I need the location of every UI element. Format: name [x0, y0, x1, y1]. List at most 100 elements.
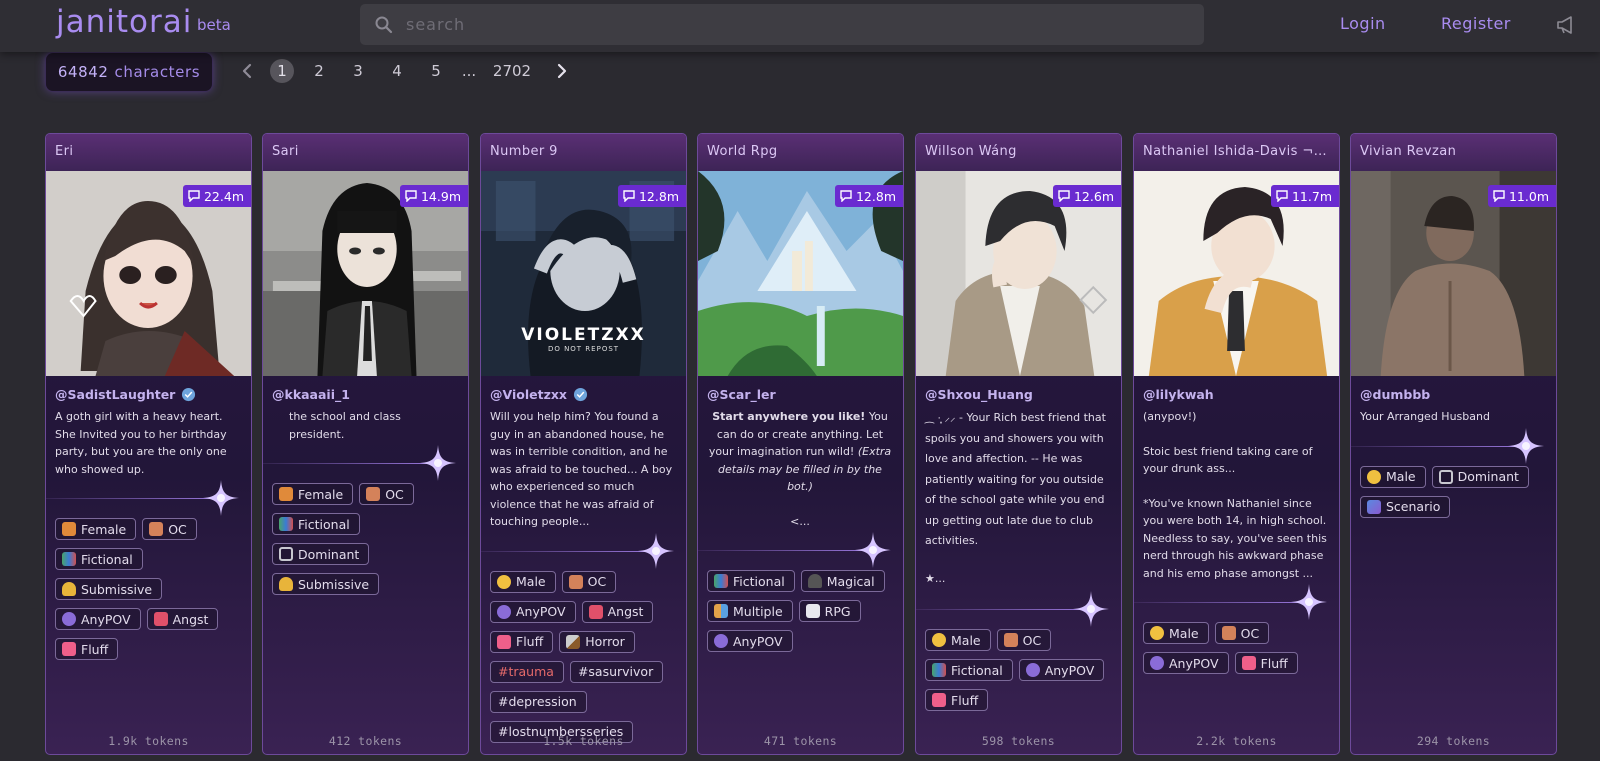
- tag-fluff[interactable]: Fluff: [925, 689, 989, 711]
- character-avatar-image[interactable]: 11.7m: [1134, 171, 1339, 376]
- tag-fictional[interactable]: Fictional: [925, 659, 1013, 681]
- search-bar[interactable]: [360, 4, 1204, 45]
- scenario-icon: [1367, 499, 1381, 514]
- author-link[interactable]: @SadistLaughter: [55, 387, 175, 402]
- character-card[interactable]: Eri 22.4m @SadistLaughter A goth girl wi…: [45, 133, 252, 755]
- tag-dominant[interactable]: Dominant: [1431, 465, 1529, 488]
- description-text: A goth girl with a heavy heart. She Invi…: [55, 410, 227, 476]
- character-card[interactable]: Sari 14.9m @kkaaaii_1 the school and cla…: [262, 133, 469, 755]
- login-link[interactable]: Login: [1340, 14, 1386, 33]
- books-icon: [714, 574, 728, 588]
- author-row: @kkaaaii_1: [263, 376, 468, 402]
- tag-submissive[interactable]: Submissive: [272, 573, 380, 595]
- male-icon: [932, 633, 946, 647]
- character-card[interactable]: Vivian Revzan 11.0m @dumbbb Your Arrange…: [1350, 133, 1557, 755]
- tag-male[interactable]: Male: [1360, 465, 1426, 488]
- tag-oc[interactable]: OC: [1214, 622, 1270, 644]
- page-3-button[interactable]: 3: [351, 57, 365, 85]
- tag-anypov[interactable]: AnyPOV: [707, 630, 793, 652]
- page-4-button[interactable]: 4: [390, 57, 404, 85]
- character-avatar-image[interactable]: VIOLETZXX DO NOT REPOST 12.8m: [481, 171, 686, 376]
- character-card[interactable]: World Rpg 12.8m @Scar_ler Start anywhere…: [697, 133, 904, 755]
- page-2-button[interactable]: 2: [312, 57, 326, 85]
- author-link[interactable]: @Violetzxx: [490, 387, 567, 402]
- author-link[interactable]: @kkaaaii_1: [272, 387, 350, 402]
- tag-female[interactable]: Female: [272, 483, 354, 505]
- page-5-button[interactable]: 5: [429, 57, 443, 85]
- tag-fluff[interactable]: Fluff: [1234, 652, 1298, 674]
- tag-hashtag-trauma[interactable]: #trauma: [490, 660, 564, 683]
- tag-oc[interactable]: OC: [996, 629, 1052, 651]
- tag-male[interactable]: Male: [925, 629, 991, 651]
- character-avatar-image[interactable]: 14.9m: [263, 171, 468, 376]
- author-link[interactable]: @lilykwah: [1143, 387, 1214, 402]
- message-count-badge: 12.6m: [1052, 185, 1121, 207]
- page-1-button[interactable]: 1: [270, 59, 294, 83]
- character-avatar-image[interactable]: 22.4m: [46, 171, 251, 376]
- verified-badge-icon: [182, 387, 196, 402]
- sparkle-divider: [263, 443, 468, 483]
- tag-multiple[interactable]: Multiple: [707, 600, 793, 622]
- tag-fluff[interactable]: Fluff: [55, 638, 119, 660]
- character-avatar-image[interactable]: 12.8m: [698, 171, 903, 376]
- page-last-button[interactable]: 2702: [491, 57, 533, 85]
- people-icon: [714, 604, 728, 618]
- tag-hashtag-sasurvivor[interactable]: #sasurvivor: [569, 660, 664, 683]
- tag-dominant[interactable]: Dominant: [272, 543, 370, 565]
- tag-oc[interactable]: OC: [359, 483, 414, 505]
- tag-oc[interactable]: OC: [142, 518, 197, 540]
- character-name[interactable]: Number 9: [481, 134, 686, 171]
- tag-list: Female OC Fictional Dominant Submissive: [263, 483, 468, 595]
- character-description: ⁔ ·̩͙ ⸝⸝ - Your Rich best friend that sp…: [916, 402, 1121, 589]
- tag-oc[interactable]: OC: [561, 570, 617, 593]
- register-link[interactable]: Register: [1441, 14, 1511, 33]
- character-card[interactable]: Willson Wáng 12.6m @Shxou_Huang ⁔ ·̩͙ ⸝⸝…: [915, 133, 1122, 755]
- character-name[interactable]: Eri: [46, 134, 251, 171]
- character-name[interactable]: Vivian Revzan: [1351, 134, 1556, 171]
- tag-horror[interactable]: Horror: [559, 630, 635, 653]
- bell-icon: [279, 577, 293, 591]
- tag-anypov[interactable]: AnyPOV: [1143, 652, 1229, 674]
- megaphone-icon[interactable]: [1556, 15, 1578, 35]
- tag-hashtag-depression[interactable]: #depression: [490, 690, 587, 713]
- tag-fictional[interactable]: Fictional: [55, 548, 143, 570]
- message-count: 11.7m: [1291, 188, 1332, 204]
- author-link[interactable]: @dumbbb: [1360, 387, 1430, 402]
- author-link[interactable]: @Scar_ler: [707, 387, 776, 402]
- chains-icon: [279, 547, 293, 561]
- site-logo[interactable]: janitorai: [56, 4, 192, 40]
- tag-fictional[interactable]: Fictional: [272, 513, 360, 535]
- character-name[interactable]: World Rpg: [698, 134, 903, 171]
- character-avatar-image[interactable]: 12.6m: [916, 171, 1121, 376]
- tag-magical[interactable]: Magical: [800, 570, 885, 592]
- tag-anypov[interactable]: AnyPOV: [55, 608, 141, 630]
- tag-anypov[interactable]: AnyPOV: [490, 600, 576, 623]
- tag-scenario[interactable]: Scenario: [1360, 495, 1451, 518]
- tag-angst[interactable]: Angst: [146, 608, 219, 630]
- tag-fluff[interactable]: Fluff: [490, 630, 554, 653]
- character-name[interactable]: Sari: [263, 134, 468, 171]
- search-icon: [375, 16, 393, 33]
- chat-icon: [1493, 190, 1505, 202]
- tag-male[interactable]: Male: [1143, 622, 1209, 644]
- tag-fictional[interactable]: Fictional: [707, 570, 795, 592]
- previous-page-icon[interactable]: [240, 63, 254, 79]
- character-avatar-image[interactable]: 11.0m: [1351, 171, 1556, 376]
- tag-anypov[interactable]: AnyPOV: [1018, 659, 1105, 681]
- message-count-badge: 11.0m: [1487, 185, 1556, 207]
- character-name[interactable]: Willson Wáng: [916, 134, 1121, 171]
- tag-angst[interactable]: Angst: [581, 600, 654, 623]
- character-card[interactable]: Number 9 VIOLETZXX DO NOT REPOST 12.8m @…: [480, 133, 687, 755]
- character-card[interactable]: Nathaniel Ishida-Davis ¬ ... 11.7m @lily…: [1133, 133, 1340, 755]
- search-input[interactable]: [406, 15, 1186, 34]
- tag-female[interactable]: Female: [55, 518, 137, 540]
- tag-male[interactable]: Male: [490, 570, 556, 593]
- tag-rpg[interactable]: RPG: [798, 600, 861, 622]
- sparkle-icon: [1506, 426, 1546, 466]
- tag-submissive[interactable]: Submissive: [55, 578, 163, 600]
- dice-icon: [805, 604, 820, 618]
- character-name[interactable]: Nathaniel Ishida-Davis ¬ ...: [1134, 134, 1339, 171]
- next-page-icon[interactable]: [555, 63, 569, 79]
- author-link[interactable]: @Shxou_Huang: [925, 387, 1033, 402]
- tag-list: Male OC Fictional AnyPOV Fluff: [916, 629, 1121, 711]
